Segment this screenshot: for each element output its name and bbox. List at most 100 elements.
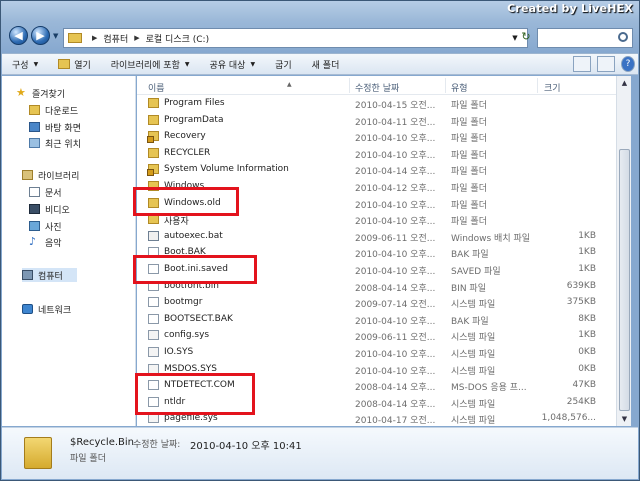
file-date: 2010-04-10 오후... xyxy=(355,350,436,360)
file-type: Windows 배치 파일 xyxy=(451,233,531,244)
file-name: Recovery xyxy=(164,131,206,142)
forward-button[interactable]: ▶ xyxy=(31,26,50,45)
file-date: 2010-04-17 오전... xyxy=(355,416,436,427)
nav-item-recent-places[interactable]: 최근 위치 xyxy=(29,136,81,150)
nav-item-label: 다운로드 xyxy=(45,106,79,117)
include-in-library-button[interactable]: 라이브러리에 포함 ▼ xyxy=(101,53,200,75)
refresh-icon[interactable]: ↻ xyxy=(517,28,535,48)
nav-item-label: 바탕 화면 xyxy=(45,123,81,134)
vertical-scrollbar[interactable]: ▲ ▼ xyxy=(616,76,631,426)
file-name: IO.SYS xyxy=(164,347,194,357)
back-button[interactable]: ◀ xyxy=(9,26,28,45)
table-row[interactable]: Program Files 2010-04-15 오전... 파일 폴더 xyxy=(137,95,616,112)
nav-item-label: 사진 xyxy=(45,222,62,233)
search-input[interactable] xyxy=(537,28,633,48)
nav-libraries[interactable]: 라이브러리 xyxy=(22,168,79,182)
open-button[interactable]: 열기 xyxy=(48,53,101,75)
help-icon[interactable]: ? xyxy=(621,56,635,72)
file-type: 파일 폴더 xyxy=(451,184,487,194)
file-type: 파일 폴더 xyxy=(451,217,487,228)
nav-item-videos[interactable]: 비디오 xyxy=(29,202,70,216)
details-date: 2010-04-10 오후 10:41 xyxy=(190,441,302,452)
nav-computer-label: 컴퓨터 xyxy=(38,271,63,282)
organize-label: 구성 xyxy=(12,60,29,71)
recent-pages-chevron-icon[interactable]: ▼ xyxy=(53,32,58,40)
explorer-window: Created by LiveHEX ◀ ▶ ▼ ▶ 컴퓨터 ▶ 로컬 디스크 … xyxy=(0,0,640,481)
table-row[interactable]: bootmgr 2009-07-14 오전... 시스템 파일 375KB xyxy=(137,294,616,311)
scroll-thumb[interactable] xyxy=(619,149,630,411)
recent-places-icon xyxy=(29,138,40,148)
include-in-library-label: 라이브러리에 포함 xyxy=(110,60,180,71)
file-type: 시스템 파일 xyxy=(451,399,496,410)
column-headers: ▲ 이름 수정한 날짜 유형 크기 xyxy=(137,76,616,95)
file-size: 1KB xyxy=(578,264,596,274)
documents-icon xyxy=(29,187,40,197)
file-type: BAK 파일 xyxy=(451,316,489,327)
column-header-size[interactable]: 크기 xyxy=(544,81,561,94)
table-row[interactable]: System Volume Information 2010-04-14 오후..… xyxy=(137,161,616,178)
details-type: 파일 폴더 xyxy=(70,454,106,464)
column-header-name[interactable]: 이름 xyxy=(148,81,165,94)
breadcrumb-local-disk[interactable]: 로컬 디스크 (C:) xyxy=(146,32,209,45)
file-date: 2010-04-10 오후... xyxy=(355,200,436,211)
nav-item-music[interactable]: ♪ 음악 xyxy=(29,235,62,249)
column-divider[interactable] xyxy=(349,78,350,93)
file-type: 시스템 파일 xyxy=(451,350,496,360)
table-row[interactable]: ProgramData 2010-04-11 오전... 파일 폴더 xyxy=(137,112,616,129)
file-size: 1KB xyxy=(578,330,596,341)
table-row[interactable]: autoexec.bat 2009-06-11 오전... Windows 배치 파… xyxy=(137,228,616,245)
file-date: 2008-04-14 오후... xyxy=(355,283,436,294)
breadcrumb-computer[interactable]: 컴퓨터 xyxy=(103,32,128,45)
file-size: 0KB xyxy=(578,347,596,357)
file-size: 1,048,576... xyxy=(541,413,596,424)
organize-button[interactable]: 구성 ▼ xyxy=(2,53,48,75)
nav-favorites-label: 즐겨찾기 xyxy=(32,89,66,100)
burn-button[interactable]: 굽기 xyxy=(265,53,302,75)
new-folder-button[interactable]: 새 폴더 xyxy=(302,53,350,75)
file-type: SAVED 파일 xyxy=(451,267,501,277)
column-divider[interactable] xyxy=(445,78,446,93)
file-size: 375KB xyxy=(566,297,596,308)
nav-item-desktop[interactable]: 바탕 화면 xyxy=(29,120,81,134)
burn-label: 굽기 xyxy=(275,60,292,71)
nav-computer[interactable]: 컴퓨터 xyxy=(22,268,77,282)
share-with-button[interactable]: 공유 대상 ▼ xyxy=(199,53,265,75)
table-row[interactable]: IO.SYS 2010-04-10 오후... 시스템 파일 0KB xyxy=(137,344,616,361)
scroll-down-icon[interactable]: ▼ xyxy=(617,412,632,426)
chevron-right-icon[interactable]: ▶ xyxy=(92,34,97,42)
column-header-type[interactable]: 유형 xyxy=(451,81,468,94)
file-size: 254KB xyxy=(566,396,596,407)
file-date: 2008-04-14 오후... xyxy=(355,399,436,410)
file-date: 2010-04-10 오후... xyxy=(355,366,436,377)
table-row[interactable]: config.sys 2009-06-11 오전... 시스템 파일 1KB xyxy=(137,327,616,344)
table-row[interactable]: RECYCLER 2010-04-10 오후... 파일 폴더 xyxy=(137,145,616,162)
locked-folder-icon xyxy=(147,131,159,144)
table-row[interactable]: Recovery 2010-04-10 오후... 파일 폴더 xyxy=(137,128,616,145)
file-name: Program Files xyxy=(164,98,225,108)
file-type: 시스템 파일 xyxy=(451,333,496,344)
scroll-up-icon[interactable]: ▲ xyxy=(617,76,632,90)
table-row[interactable]: BOOTSECT.BAK 2010-04-10 오후... BAK 파일 8KB xyxy=(137,311,616,328)
chevron-right-icon[interactable]: ▶ xyxy=(134,34,139,42)
file-date: 2010-04-11 오전... xyxy=(355,117,436,128)
highlight-box-ntdetect-ntldr xyxy=(135,373,255,415)
column-divider[interactable] xyxy=(537,78,538,93)
pictures-icon xyxy=(29,221,40,231)
nav-network-label: 네트워크 xyxy=(38,305,72,316)
file-type: BIN 파일 xyxy=(451,283,486,294)
file-name: RECYCLER xyxy=(164,147,211,158)
file-type: 파일 폴더 xyxy=(451,117,487,128)
nav-item-downloads[interactable]: 다운로드 xyxy=(29,103,78,117)
nav-item-pictures[interactable]: 사진 xyxy=(29,219,62,233)
column-header-date[interactable]: 수정한 날짜 xyxy=(355,81,399,94)
navigation-pane: ★ 즐겨찾기 다운로드 바탕 화면 최근 위치 라이브러리 문서 비디오 사진 … xyxy=(2,76,136,426)
library-icon xyxy=(22,170,33,180)
view-options-icon[interactable] xyxy=(573,56,591,72)
preview-pane-icon[interactable] xyxy=(597,56,615,72)
nav-network[interactable]: 네트워크 xyxy=(22,302,71,316)
nav-item-documents[interactable]: 문서 xyxy=(29,185,62,199)
downloads-folder-icon xyxy=(29,105,40,115)
nav-favorites[interactable]: ★ 즐겨찾기 xyxy=(16,86,65,100)
address-bar[interactable]: ▶ 컴퓨터 ▶ 로컬 디스크 (C:) xyxy=(63,28,528,48)
file-name: ProgramData xyxy=(164,114,224,125)
